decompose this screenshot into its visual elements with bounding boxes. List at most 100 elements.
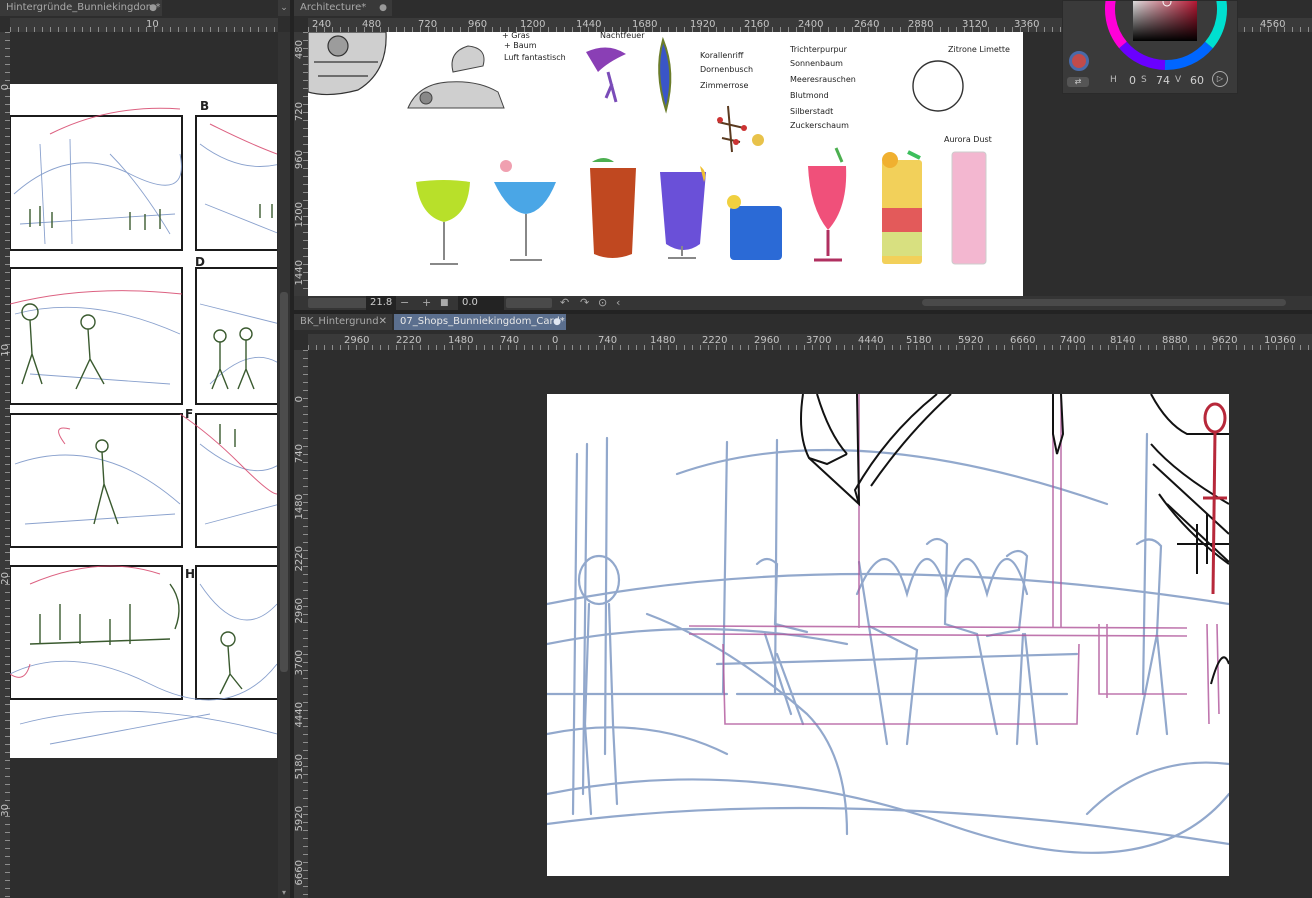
ruler-label: 4440 <box>858 335 884 346</box>
hue-icon: H <box>1110 75 1117 85</box>
ruler-label: 5180 <box>906 335 932 346</box>
sketch-note: Zimmerrose <box>700 81 749 90</box>
foreground-color-swatch[interactable] <box>1069 51 1089 71</box>
ruler-label: 2880 <box>908 19 934 30</box>
rotation-value[interactable]: 0.0 <box>458 296 504 310</box>
chevron-down-icon[interactable]: ⌄ <box>278 0 290 16</box>
ruler-label: 2220 <box>396 335 422 346</box>
canvas-navigation-bar: 21.8 − + ■ 0.0 ↶ ↷ ⊙ ‹ <box>294 296 1312 310</box>
zoom-value[interactable]: 21.8 <box>366 296 396 310</box>
ruler-label: 5920 <box>958 335 984 346</box>
ruler-label: 10 <box>146 19 159 30</box>
ruler-label: 2220 <box>702 335 728 346</box>
ruler-label: 960 <box>294 150 305 170</box>
ruler-label: 9620 <box>1212 335 1238 346</box>
zoom-in-icon[interactable]: + <box>422 296 431 310</box>
ruler-label: 1440 <box>294 260 305 286</box>
vertical-ruler: 0 740 1480 2220 2960 3700 4440 5180 5920… <box>294 350 308 898</box>
zoom-out-icon[interactable]: − <box>400 296 409 310</box>
tab-shops-bunniekingdom-card[interactable]: 07_Shops_Bunniekingdom_Card* ● <box>394 314 566 330</box>
sketch-note: Nachtfeuer <box>600 32 645 40</box>
ruler-label: 2960 <box>754 335 780 346</box>
sketch-note: Meeresrauschen <box>790 75 856 84</box>
color-value-v[interactable]: 60 <box>1190 74 1204 87</box>
top-horizontal-scrollbar[interactable] <box>922 299 1286 306</box>
ruler-label: 740 <box>294 444 305 464</box>
vertical-ruler: 480 720 960 1200 1440 <box>294 32 308 296</box>
panel-letter: H <box>185 567 195 581</box>
ruler-label: 3360 <box>1014 19 1040 30</box>
rotate-cw-icon[interactable]: ↷ <box>580 296 589 310</box>
shop-card-canvas[interactable] <box>547 394 1229 876</box>
ruler-label: 8140 <box>1110 335 1136 346</box>
ruler-label: 4440 <box>294 702 305 728</box>
panel-letter: B <box>200 99 209 113</box>
ruler-label: 30 <box>0 804 10 817</box>
reset-rotation-icon[interactable]: ⊙ <box>598 296 607 310</box>
ruler-label: 720 <box>418 19 438 30</box>
close-icon[interactable]: ✕ <box>379 314 387 330</box>
ruler-label: 1680 <box>632 19 658 30</box>
ruler-label: 0 <box>0 84 10 91</box>
ruler-label: 7400 <box>1060 335 1086 346</box>
ruler-label: 0 <box>552 335 559 346</box>
ruler-label: 740 <box>500 335 520 346</box>
ruler-label: 1920 <box>690 19 716 30</box>
sketch-note: + Baum <box>504 41 537 50</box>
storyboard-artwork: B D F H <box>10 99 277 745</box>
ruler-label: 2960 <box>344 335 370 346</box>
zoom-reset-icon[interactable]: ■ <box>440 296 449 310</box>
storyboard-canvas[interactable]: B D F H <box>10 84 277 758</box>
ruler-label: 0 <box>294 396 305 403</box>
ruler-label: 2400 <box>798 19 824 30</box>
advanced-color-selector: ⇄ H 0 S 74 V 60 ▷ <box>1062 0 1238 94</box>
play-icon[interactable]: ▷ <box>1212 71 1228 87</box>
ruler-label: 240 <box>312 19 332 30</box>
ruler-label: 10 <box>0 344 10 357</box>
sketch-note: Silberstadt <box>790 107 833 116</box>
sketch-note: Dornenbusch <box>700 65 753 74</box>
tab-label: BK_Hintergrund <box>300 316 379 327</box>
ruler-label: 2960 <box>294 598 305 624</box>
ruler-label: 2220 <box>294 546 305 572</box>
color-value-s[interactable]: 74 <box>1156 74 1170 87</box>
modified-dot-icon: ● <box>149 3 157 13</box>
left-vertical-scrollbar[interactable]: ▾ <box>278 32 290 898</box>
sketch-note: Zuckerschaum <box>790 121 849 130</box>
tab-hintergruende[interactable]: Hintergründe_Bunniekingdom* ● <box>0 0 162 16</box>
sketch-note: Zitrone Limette <box>948 45 1010 54</box>
modified-dot-icon: ● <box>379 3 387 13</box>
mirror-icon[interactable]: ‹ <box>616 296 620 310</box>
ruler-label: 8880 <box>1162 335 1188 346</box>
architecture-canvas[interactable]: + Gras + Baum Luft fantastisch Nachtfeue… <box>308 32 1023 296</box>
ruler-label: 2160 <box>744 19 770 30</box>
tab-label: Hintergründe_Bunniekingdom* <box>6 2 161 13</box>
panel-letter: D <box>195 255 205 269</box>
color-value-h[interactable]: 0 <box>1129 74 1136 87</box>
tab-bk-hintergrund[interactable]: BK_Hintergrund ✕ <box>294 314 392 330</box>
sketch-note: Aurora Dust <box>944 135 992 144</box>
bottom-document-pane: BK_Hintergrund ✕ 07_Shops_Bunniekingdom_… <box>294 314 1312 898</box>
ruler-label: 10360 <box>1264 335 1296 346</box>
ruler-label: 720 <box>294 102 305 122</box>
concept-sheet-artwork: + Gras + Baum Luft fantastisch Nachtfeue… <box>308 32 1010 265</box>
zoom-slider[interactable] <box>308 298 368 308</box>
vertical-ruler: 0 10 20 30 <box>0 32 10 898</box>
sketch-note: Blutmond <box>790 91 829 100</box>
rotate-ccw-icon[interactable]: ↶ <box>560 296 569 310</box>
ruler-label: 1440 <box>576 19 602 30</box>
tab-architecture[interactable]: Architecture* ● <box>294 0 392 16</box>
horizontal-ruler: 2960 2220 1480 740 0 740 1480 2220 2960 … <box>308 334 1312 350</box>
ruler-label: 960 <box>468 19 488 30</box>
rotation-slider[interactable] <box>506 298 552 308</box>
tab-label: Architecture* <box>300 2 367 13</box>
ruler-label: 3700 <box>806 335 832 346</box>
horizontal-ruler: 10 <box>10 18 278 32</box>
sketch-note: Trichterpurpur <box>789 45 848 54</box>
ruler-label: 480 <box>362 19 382 30</box>
saturation-icon: S <box>1141 75 1147 85</box>
ruler-label: 1200 <box>294 202 305 228</box>
swap-colors-icon[interactable]: ⇄ <box>1067 77 1089 87</box>
scroll-down-icon[interactable]: ▾ <box>278 888 290 898</box>
modified-dot-icon: ● <box>553 317 561 327</box>
